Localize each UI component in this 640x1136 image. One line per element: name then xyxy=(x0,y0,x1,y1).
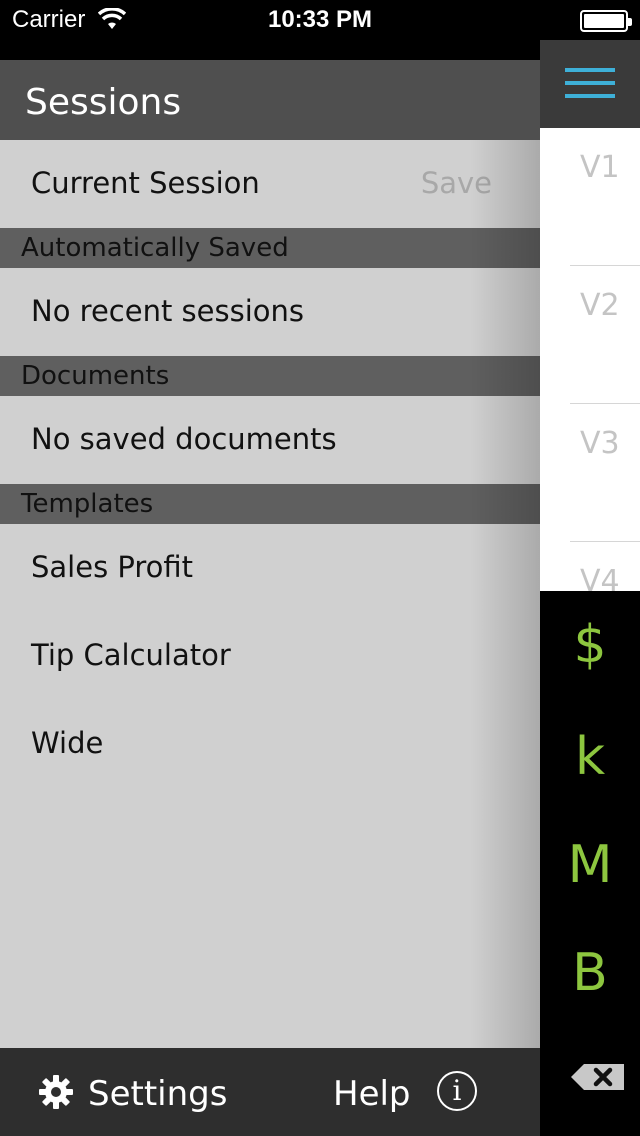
section-label: Templates xyxy=(21,489,154,519)
drawer-title: Sessions xyxy=(25,82,182,123)
empty-state-text: No saved documents xyxy=(31,422,337,456)
hamburger-icon-bar xyxy=(565,94,615,98)
section-label: Automatically Saved xyxy=(21,233,289,263)
variable-label: V4 xyxy=(580,564,620,591)
drawer-header: Sessions xyxy=(0,60,540,140)
template-item-sales-profit[interactable]: Sales Profit xyxy=(0,524,540,612)
section-header-documents: Documents xyxy=(0,356,540,396)
variable-row-v4[interactable]: V4 xyxy=(540,542,640,591)
sessions-list: Current Session Save Automatically Saved… xyxy=(0,140,540,1048)
variable-row-v1[interactable]: V1 xyxy=(540,128,640,266)
variable-label: V1 xyxy=(580,150,620,185)
hamburger-menu-button[interactable] xyxy=(540,40,640,128)
empty-state-text: No recent sessions xyxy=(31,294,304,328)
section-label: Documents xyxy=(21,361,170,391)
info-icon[interactable]: i xyxy=(437,1071,477,1111)
unit-key-thousand[interactable]: k xyxy=(540,703,640,811)
current-session-label: Current Session xyxy=(31,166,260,200)
status-bar: Carrier 10:33 PM xyxy=(0,0,640,40)
unit-key-billion[interactable]: B xyxy=(540,919,640,1027)
template-label: Tip Calculator xyxy=(31,638,231,672)
hamburger-icon-bar xyxy=(565,81,615,85)
template-item-tip-calculator[interactable]: Tip Calculator xyxy=(0,612,540,700)
variable-list: V1 V2 V3 V4 xyxy=(540,128,640,591)
battery-icon xyxy=(580,10,632,32)
backspace-icon[interactable] xyxy=(570,1063,626,1091)
template-label: Sales Profit xyxy=(31,550,194,584)
variable-label: V3 xyxy=(580,426,620,461)
sessions-drawer: Sessions Current Session Save Automatica… xyxy=(0,40,540,1136)
variable-row-v3[interactable]: V3 xyxy=(540,404,640,542)
no-recent-sessions-row: No recent sessions xyxy=(0,268,540,356)
save-button[interactable]: Save xyxy=(421,166,492,200)
drawer-footer: Settings Help i xyxy=(0,1048,540,1136)
settings-button[interactable]: Settings xyxy=(88,1074,227,1114)
main-view-peek: V1 V2 V3 V4 $ k M B xyxy=(540,40,640,1136)
help-button[interactable]: Help xyxy=(333,1074,411,1114)
unit-key-million[interactable]: M xyxy=(540,811,640,919)
template-item-wide[interactable]: Wide xyxy=(0,700,540,788)
variable-label: V2 xyxy=(580,288,620,323)
gear-icon[interactable] xyxy=(38,1074,74,1110)
status-time: 10:33 PM xyxy=(267,6,373,33)
no-saved-documents-row: No saved documents xyxy=(0,396,540,484)
section-header-templates: Templates xyxy=(0,484,540,524)
section-header-automatically-saved: Automatically Saved xyxy=(0,228,540,268)
unit-key-dollar[interactable]: $ xyxy=(540,591,640,699)
variable-row-v2[interactable]: V2 xyxy=(540,266,640,404)
current-session-row[interactable]: Current Session Save xyxy=(0,140,540,228)
template-label: Wide xyxy=(31,726,104,760)
hamburger-icon xyxy=(565,68,615,72)
unit-keypad: $ k M B xyxy=(540,591,640,1136)
